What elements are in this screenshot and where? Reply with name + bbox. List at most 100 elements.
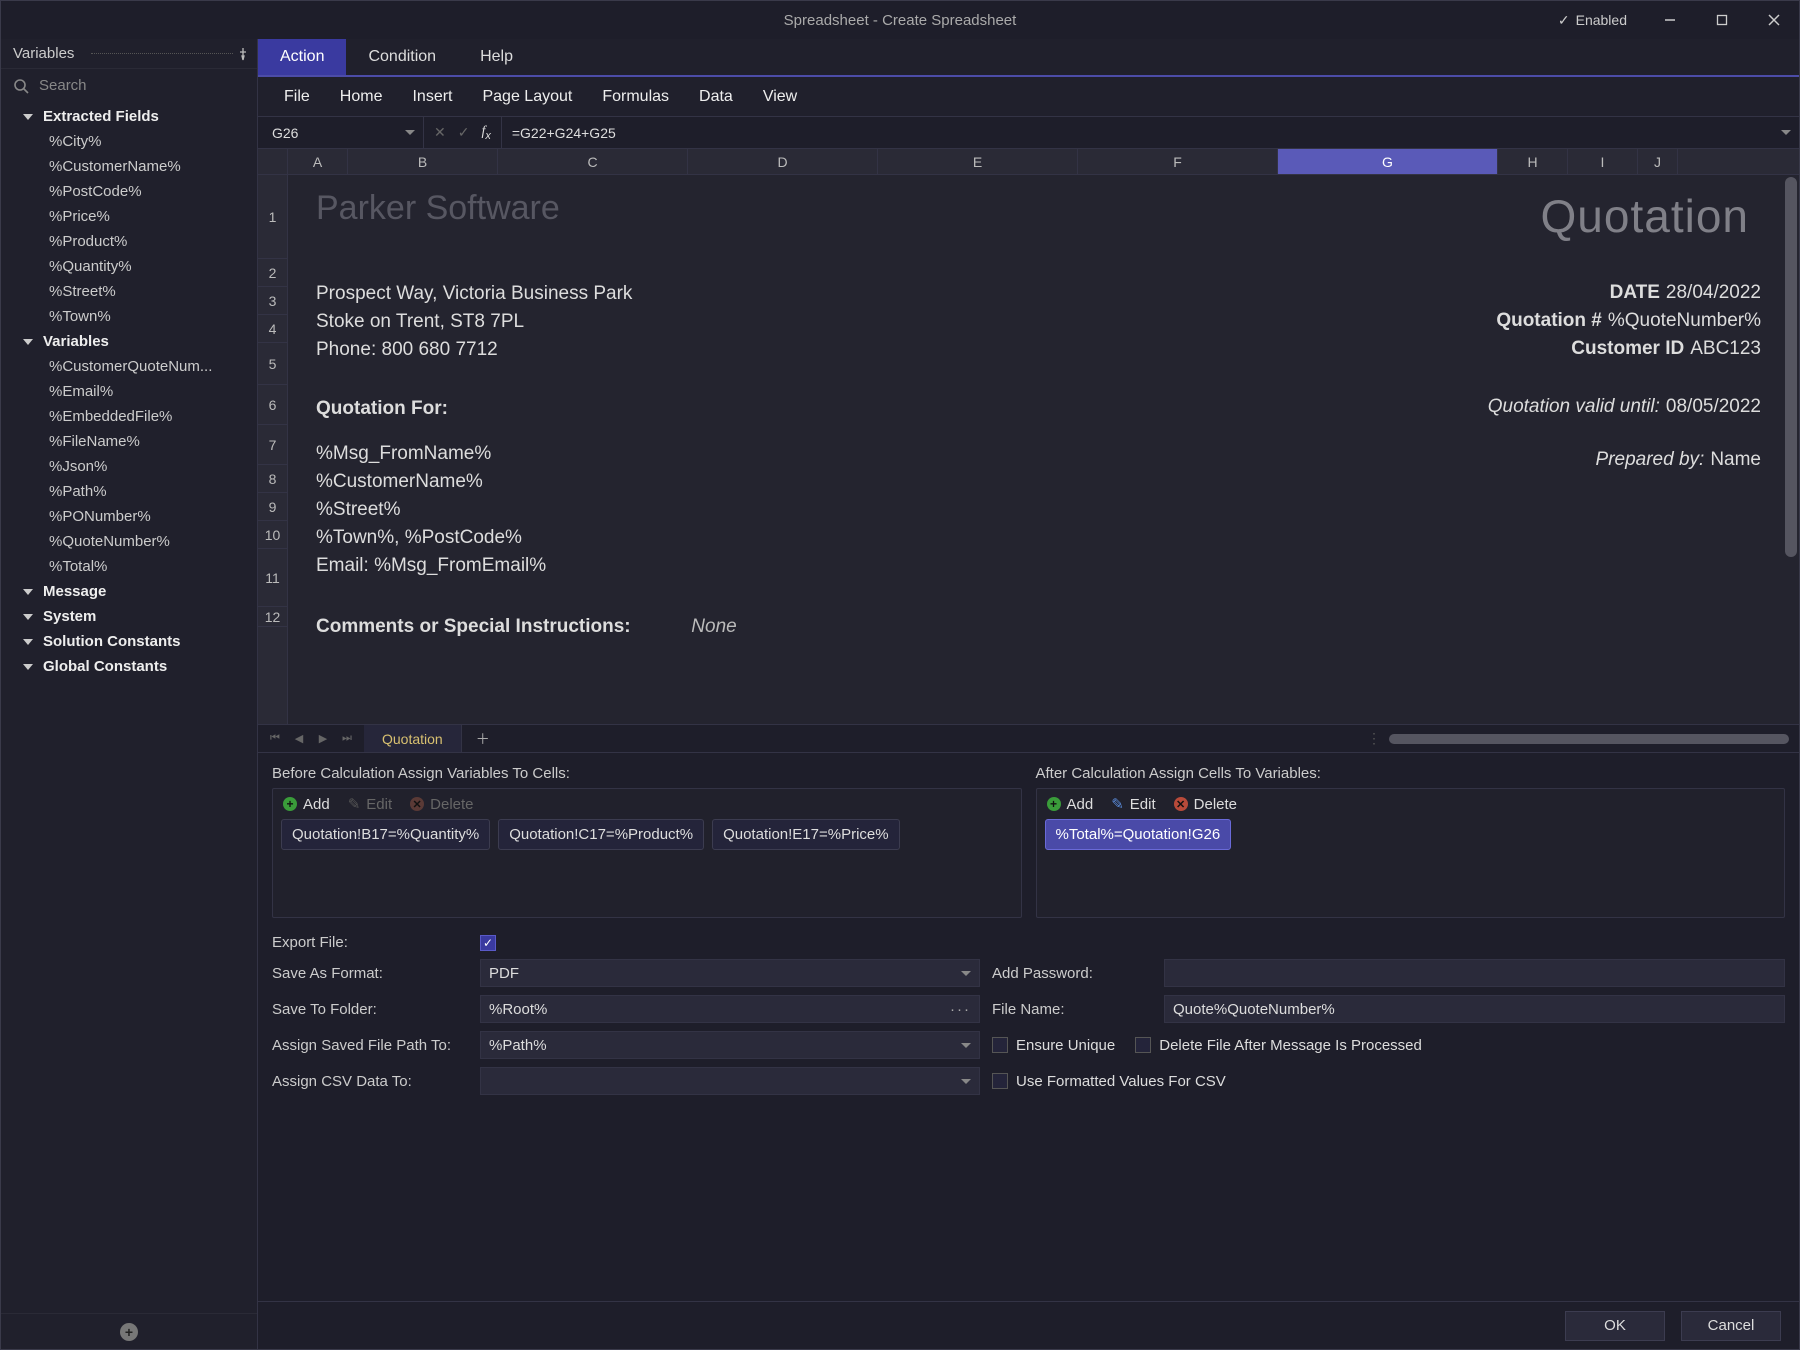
after-delete-button[interactable]: ✕Delete [1174, 796, 1237, 813]
variables-search[interactable] [1, 69, 257, 102]
tree-item[interactable]: %PONumber% [1, 504, 257, 529]
variables-search-input[interactable] [39, 77, 245, 94]
assign-path-select[interactable]: %Path% [480, 1031, 980, 1059]
col-header-E[interactable]: E [878, 149, 1078, 174]
row-header-4[interactable]: 4 [258, 315, 287, 343]
col-header-A[interactable]: A [288, 149, 348, 174]
browse-icon[interactable]: ··· [950, 1001, 971, 1018]
tree-item[interactable]: %CustomerName% [1, 154, 257, 179]
tree-item[interactable]: %Path% [1, 479, 257, 504]
cell-name-box[interactable]: G26 [258, 117, 424, 148]
tree-item[interactable]: %PostCode% [1, 179, 257, 204]
before-add-button[interactable]: +Add [283, 796, 330, 813]
enabled-toggle[interactable]: ✓ Enabled [1558, 12, 1635, 29]
pin-icon[interactable] [237, 47, 249, 61]
tab-condition[interactable]: Condition [346, 39, 458, 75]
delete-after-checkbox[interactable]: Delete File After Message Is Processed [1135, 1037, 1422, 1054]
tree-item[interactable]: %Email% [1, 379, 257, 404]
tree-item[interactable]: %FileName% [1, 429, 257, 454]
col-header-J[interactable]: J [1638, 149, 1678, 174]
row-header-12[interactable]: 12 [258, 607, 287, 627]
export-file-checkbox[interactable] [480, 935, 496, 951]
save-as-format-select[interactable]: PDF [480, 959, 980, 987]
tree-item[interactable]: %Town% [1, 304, 257, 329]
tree-item[interactable]: %Product% [1, 229, 257, 254]
sheet-first-button[interactable]: ⏮ [264, 729, 286, 749]
use-formatted-checkbox[interactable]: Use Formatted Values For CSV [992, 1073, 1226, 1090]
assign-chip[interactable]: Quotation!B17=%Quantity% [281, 819, 490, 850]
tab-action[interactable]: Action [258, 39, 346, 75]
assign-chip[interactable]: Quotation!C17=%Product% [498, 819, 704, 850]
row-header-3[interactable]: 3 [258, 287, 287, 315]
add-password-input[interactable] [1164, 959, 1785, 987]
assign-csv-select[interactable] [480, 1067, 980, 1095]
tree-item[interactable]: %CustomerQuoteNum... [1, 354, 257, 379]
tree-group-header[interactable]: Extracted Fields [1, 104, 257, 129]
row-header-2[interactable]: 2 [258, 259, 287, 287]
row-header-7[interactable]: 7 [258, 425, 287, 465]
tab-help[interactable]: Help [458, 39, 535, 75]
tree-item[interactable]: %City% [1, 129, 257, 154]
col-header-F[interactable]: F [1078, 149, 1278, 174]
tree-item[interactable]: %EmbeddedFile% [1, 404, 257, 429]
before-delete-button[interactable]: ✕Delete [410, 796, 473, 813]
col-header-B[interactable]: B [348, 149, 498, 174]
menu-formulas[interactable]: Formulas [602, 88, 669, 106]
horizontal-scrollbar[interactable] [1389, 734, 1789, 744]
row-header-11[interactable]: 11 [258, 549, 287, 607]
tree-item[interactable]: %Street% [1, 279, 257, 304]
menu-insert[interactable]: Insert [412, 88, 452, 106]
close-button[interactable] [1757, 6, 1791, 34]
formula-cancel-button[interactable]: ✕ [434, 124, 446, 141]
col-header-C[interactable]: C [498, 149, 688, 174]
col-header-G[interactable]: G [1278, 149, 1498, 174]
menu-view[interactable]: View [763, 88, 797, 106]
tree-group-header[interactable]: System [1, 604, 257, 629]
sheet-next-button[interactable]: ▶ [312, 729, 334, 749]
after-edit-button[interactable]: ✎Edit [1111, 795, 1155, 813]
fx-icon[interactable]: fx [481, 124, 490, 142]
sheet-prev-button[interactable]: ◀ [288, 729, 310, 749]
tree-group-header[interactable]: Solution Constants [1, 629, 257, 654]
formula-accept-button[interactable]: ✓ [458, 124, 470, 141]
splitter-grip[interactable]: ⋮ [1367, 730, 1381, 747]
formula-input[interactable]: =G22+G24+G25 [502, 117, 1799, 148]
before-edit-button[interactable]: ✎Edit [348, 795, 392, 813]
sheet-tab-quotation[interactable]: Quotation [364, 725, 462, 752]
menu-file[interactable]: File [284, 88, 310, 106]
tree-item[interactable]: %Price% [1, 204, 257, 229]
variables-tree[interactable]: Extracted Fields%City%%CustomerName%%Pos… [1, 102, 257, 1313]
col-header-H[interactable]: H [1498, 149, 1568, 174]
vertical-scrollbar[interactable] [1785, 177, 1797, 557]
tree-group-header[interactable]: Global Constants [1, 654, 257, 679]
row-header-1[interactable]: 1 [258, 175, 287, 259]
after-add-button[interactable]: +Add [1047, 796, 1094, 813]
save-to-folder-input[interactable]: %Root%··· [480, 995, 980, 1023]
assign-chip[interactable]: %Total%=Quotation!G26 [1045, 819, 1232, 850]
row-header-9[interactable]: 9 [258, 493, 287, 521]
tree-item[interactable]: %Total% [1, 554, 257, 579]
ensure-unique-checkbox[interactable]: Ensure Unique [992, 1037, 1115, 1054]
row-header-8[interactable]: 8 [258, 465, 287, 493]
row-header-5[interactable]: 5 [258, 343, 287, 385]
menu-home[interactable]: Home [340, 88, 383, 106]
add-sheet-button[interactable]: ＋ [462, 725, 504, 752]
assign-chip[interactable]: Quotation!E17=%Price% [712, 819, 900, 850]
tree-item[interactable]: %Quantity% [1, 254, 257, 279]
file-name-input[interactable]: Quote%QuoteNumber% [1164, 995, 1785, 1023]
panel-grip[interactable] [91, 53, 233, 54]
cancel-button[interactable]: Cancel [1681, 1311, 1781, 1341]
tree-group-header[interactable]: Message [1, 579, 257, 604]
column-headers[interactable]: ABCDEFGHIJ [258, 149, 1799, 175]
minimize-button[interactable] [1653, 6, 1687, 34]
row-headers[interactable]: 123456789101112 [258, 175, 288, 724]
tree-item[interactable]: %QuoteNumber% [1, 529, 257, 554]
add-variable-button[interactable]: + [120, 1323, 138, 1341]
menu-data[interactable]: Data [699, 88, 733, 106]
select-all-corner[interactable] [258, 149, 288, 174]
row-header-10[interactable]: 10 [258, 521, 287, 549]
col-header-I[interactable]: I [1568, 149, 1638, 174]
sheet-last-button[interactable]: ⏭ [336, 729, 358, 749]
tree-group-header[interactable]: Variables [1, 329, 257, 354]
row-header-6[interactable]: 6 [258, 385, 287, 425]
